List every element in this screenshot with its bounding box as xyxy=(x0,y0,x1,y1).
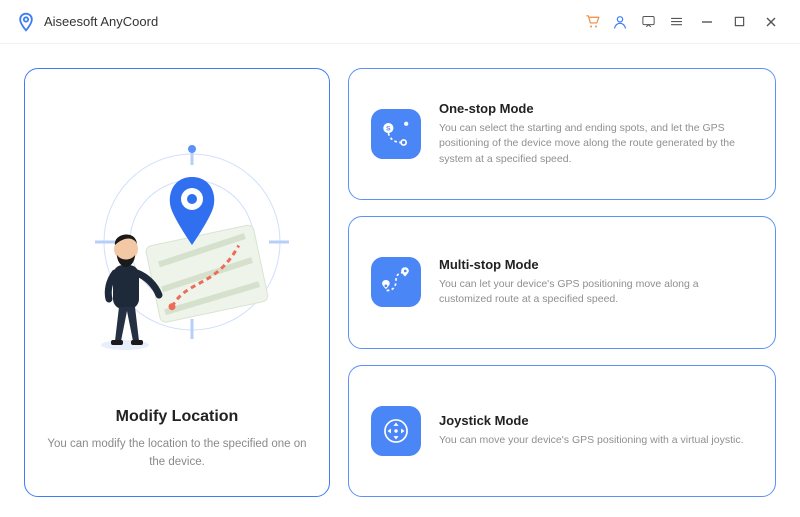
mode-cards: S One-stop Mode You can select the start… xyxy=(348,68,776,497)
joystick-mode-desc: You can move your device's GPS positioni… xyxy=(439,433,744,449)
joystick-mode-icon xyxy=(371,406,421,456)
titlebar: Aiseesoft AnyCoord xyxy=(0,0,800,44)
modify-location-card[interactable]: Modify Location You can modify the locat… xyxy=(24,68,330,497)
one-stop-mode-desc: You can select the starting and ending s… xyxy=(439,121,753,168)
multi-stop-mode-desc: You can let your device's GPS positionin… xyxy=(439,277,753,309)
menu-button[interactable] xyxy=(662,8,690,36)
minimize-button[interactable] xyxy=(692,8,722,36)
one-stop-mode-icon: S xyxy=(371,109,421,159)
app-window: Aiseesoft AnyCoord xyxy=(0,0,800,517)
joystick-mode-card[interactable]: Joystick Mode You can move your device's… xyxy=(348,365,776,497)
modify-location-desc: You can modify the location to the speci… xyxy=(47,436,307,472)
cart-button[interactable] xyxy=(578,8,606,36)
modify-location-title: Modify Location xyxy=(116,408,239,426)
modify-location-illustration xyxy=(47,91,307,402)
main-content: Modify Location You can modify the locat… xyxy=(0,44,800,517)
feedback-button[interactable] xyxy=(634,8,662,36)
svg-text:S: S xyxy=(386,126,391,133)
maximize-button[interactable] xyxy=(724,8,754,36)
multi-stop-mode-icon xyxy=(371,257,421,307)
one-stop-mode-title: One-stop Mode xyxy=(439,101,753,116)
app-logo-icon xyxy=(16,12,36,32)
close-button[interactable] xyxy=(756,8,786,36)
joystick-mode-title: Joystick Mode xyxy=(439,413,744,428)
one-stop-mode-card[interactable]: S One-stop Mode You can select the start… xyxy=(348,68,776,200)
app-title: Aiseesoft AnyCoord xyxy=(44,14,158,29)
multi-stop-mode-card[interactable]: Multi-stop Mode You can let your device'… xyxy=(348,216,776,348)
multi-stop-mode-title: Multi-stop Mode xyxy=(439,257,753,272)
account-button[interactable] xyxy=(606,8,634,36)
